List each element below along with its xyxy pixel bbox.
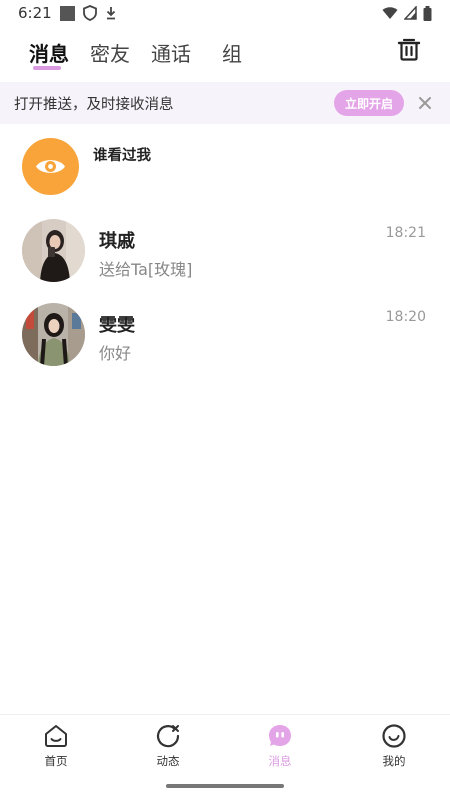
message-time: 18:21 [385, 225, 426, 241]
tab-groups[interactable]: 组 [222, 38, 242, 67]
nav-home-label: 首页 [44, 754, 68, 768]
home-indicator[interactable] [166, 784, 284, 788]
status-bar: 6:21 [0, 0, 450, 26]
battery-icon [423, 5, 432, 21]
avatar [22, 219, 85, 282]
message-time: 18:20 [385, 309, 426, 325]
shield-icon [82, 5, 97, 21]
last-message: 你好 [99, 344, 132, 363]
signal-icon [404, 6, 417, 20]
push-banner-text: 打开推送，及时接收消息 [14, 96, 174, 113]
nav-messages-label: 消息 [268, 754, 292, 768]
bottom-nav: 首页 动态 消息 我的 [0, 714, 450, 774]
contact-name: 雯雯 [99, 315, 135, 336]
nav-profile-label: 我的 [382, 754, 406, 768]
push-notification-banner: 打开推送，及时接收消息 立即开启 [0, 82, 450, 124]
wifi-icon [382, 7, 398, 19]
who-viewed-me-label: 谁看过我 [93, 148, 151, 164]
tab-calls[interactable]: 通话 [151, 38, 191, 67]
tab-close-friends[interactable]: 密友 [90, 38, 130, 67]
nav-moments-label: 动态 [156, 754, 180, 768]
trash-icon[interactable] [396, 36, 422, 62]
contact-name: 琪戚 [99, 231, 135, 252]
viewed-me-avatar [22, 138, 79, 195]
last-message: 送给Ta[玫瑰] [99, 260, 193, 279]
download-icon [106, 7, 115, 20]
tab-messages[interactable]: 消息 [29, 38, 69, 67]
avatar [22, 303, 85, 366]
moments-icon [156, 725, 180, 748]
enable-push-button[interactable]: 立即开启 [334, 90, 404, 116]
profile-icon [382, 724, 406, 748]
conversation-item[interactable]: 琪戚 送给Ta[玫瑰] 18:21 [0, 219, 450, 289]
eye-icon [36, 160, 65, 173]
tab-bar: 消息 密友 通话 组 [0, 30, 450, 74]
active-tab-indicator [33, 66, 61, 70]
home-icon [45, 725, 67, 747]
avatar-photo [22, 219, 85, 282]
status-right [382, 5, 432, 21]
status-time: 6:21 [18, 4, 52, 22]
notification-square-icon [59, 5, 75, 21]
conversation-item[interactable]: 雯雯 你好 18:20 [0, 303, 450, 373]
nav-home[interactable]: 首页 [26, 723, 86, 769]
nav-moments[interactable]: 动态 [138, 723, 198, 769]
close-icon[interactable] [416, 94, 434, 112]
message-icon [269, 725, 291, 746]
avatar-photo [22, 303, 85, 366]
who-viewed-me-row[interactable]: 谁看过我 [0, 138, 450, 198]
nav-messages[interactable]: 消息 [250, 723, 310, 769]
nav-profile[interactable]: 我的 [364, 723, 424, 769]
